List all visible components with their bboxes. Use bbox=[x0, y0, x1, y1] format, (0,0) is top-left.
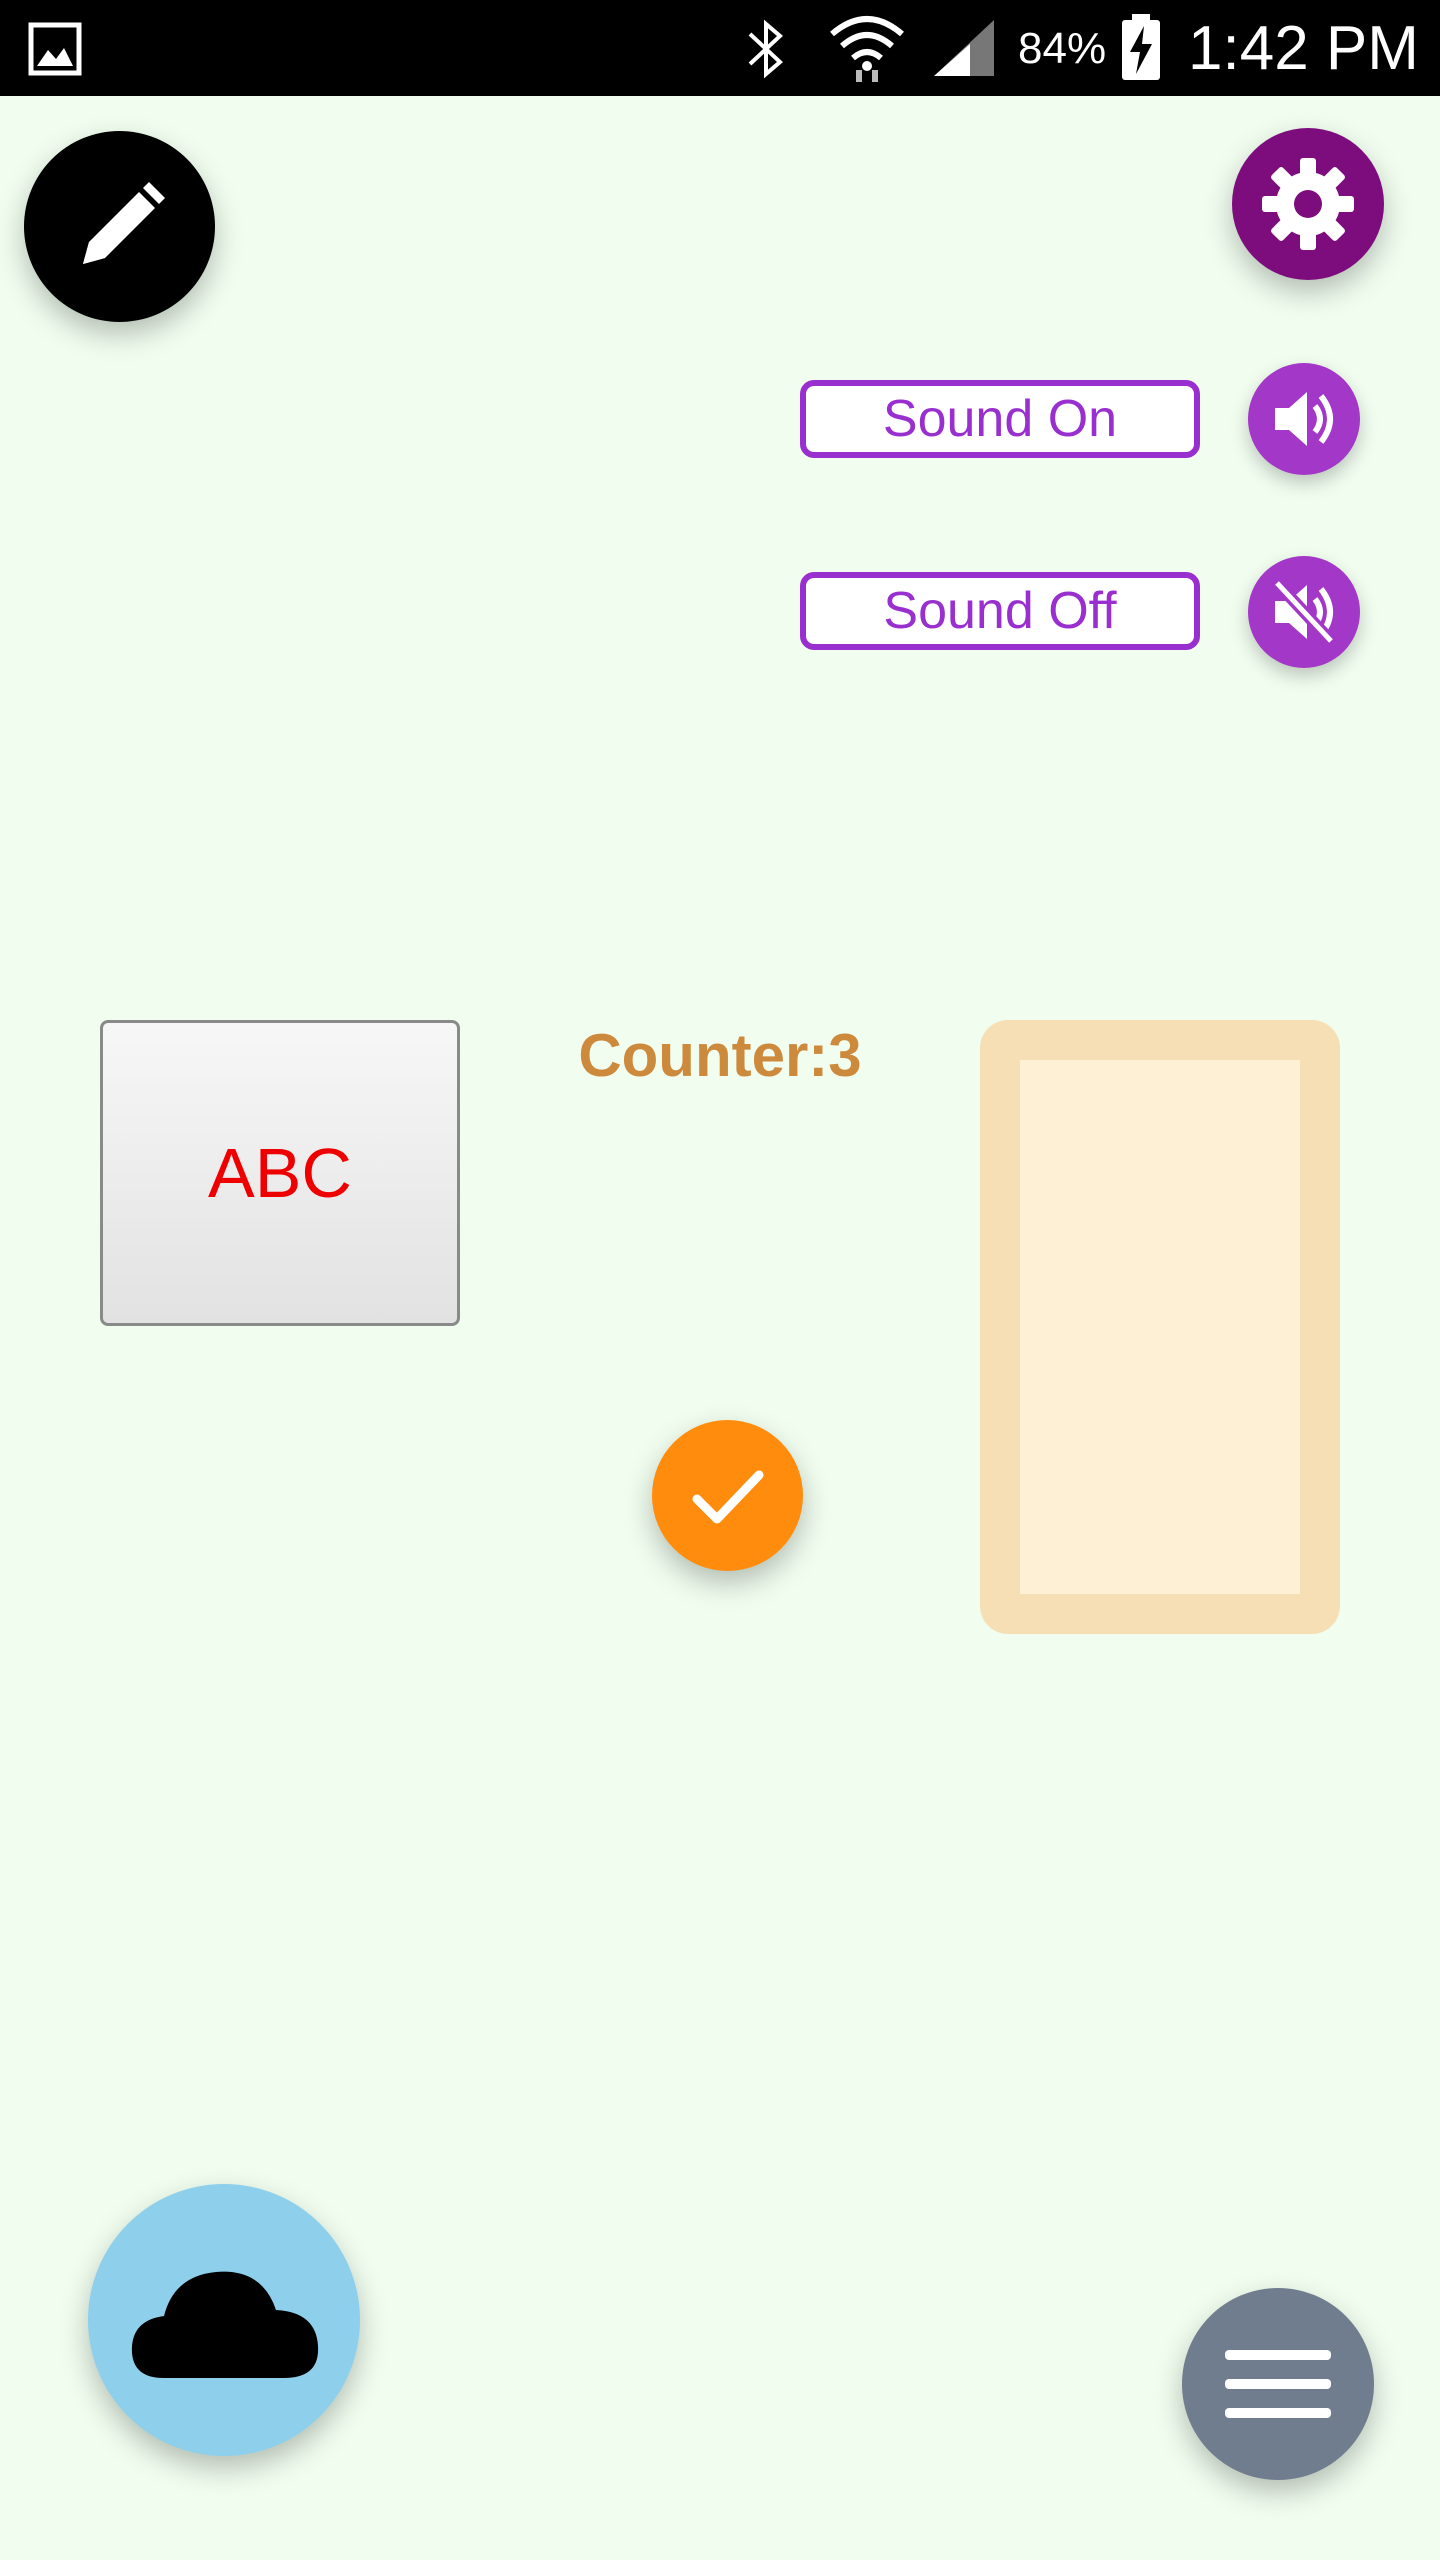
volume-off-icon bbox=[1272, 578, 1336, 646]
sound-off-button[interactable]: Sound Off bbox=[800, 572, 1200, 650]
status-bar: 84% 1:42 PM bbox=[0, 0, 1440, 96]
settings-button[interactable] bbox=[1232, 128, 1384, 280]
cloud-button[interactable] bbox=[88, 2184, 360, 2456]
status-time: 1:42 PM bbox=[1188, 14, 1419, 83]
wifi-icon bbox=[830, 16, 904, 82]
battery-charging-icon bbox=[1122, 14, 1160, 80]
abc-button[interactable]: ABC bbox=[100, 1020, 460, 1326]
counter-label: Counter:3 bbox=[578, 1022, 862, 1089]
gear-icon bbox=[1262, 158, 1354, 250]
hamburger-menu-icon bbox=[1225, 2350, 1331, 2418]
sound-off-icon-button[interactable] bbox=[1248, 556, 1360, 668]
volume-on-icon bbox=[1275, 392, 1333, 446]
sound-on-icon-button[interactable] bbox=[1248, 363, 1360, 475]
battery-percentage: 84% bbox=[1018, 24, 1107, 73]
drop-zone-frame bbox=[980, 1020, 1340, 1634]
bluetooth-icon bbox=[748, 19, 783, 79]
gallery-icon bbox=[28, 22, 82, 76]
edit-button[interactable] bbox=[24, 131, 215, 322]
sound-on-button[interactable]: Sound On bbox=[800, 380, 1200, 458]
checkmark-icon bbox=[692, 1470, 763, 1523]
menu-button[interactable] bbox=[1182, 2288, 1374, 2480]
cloud-icon bbox=[131, 2271, 319, 2378]
confirm-button[interactable] bbox=[652, 1420, 803, 1571]
pencil-icon bbox=[82, 181, 165, 264]
signal-icon bbox=[934, 20, 994, 76]
